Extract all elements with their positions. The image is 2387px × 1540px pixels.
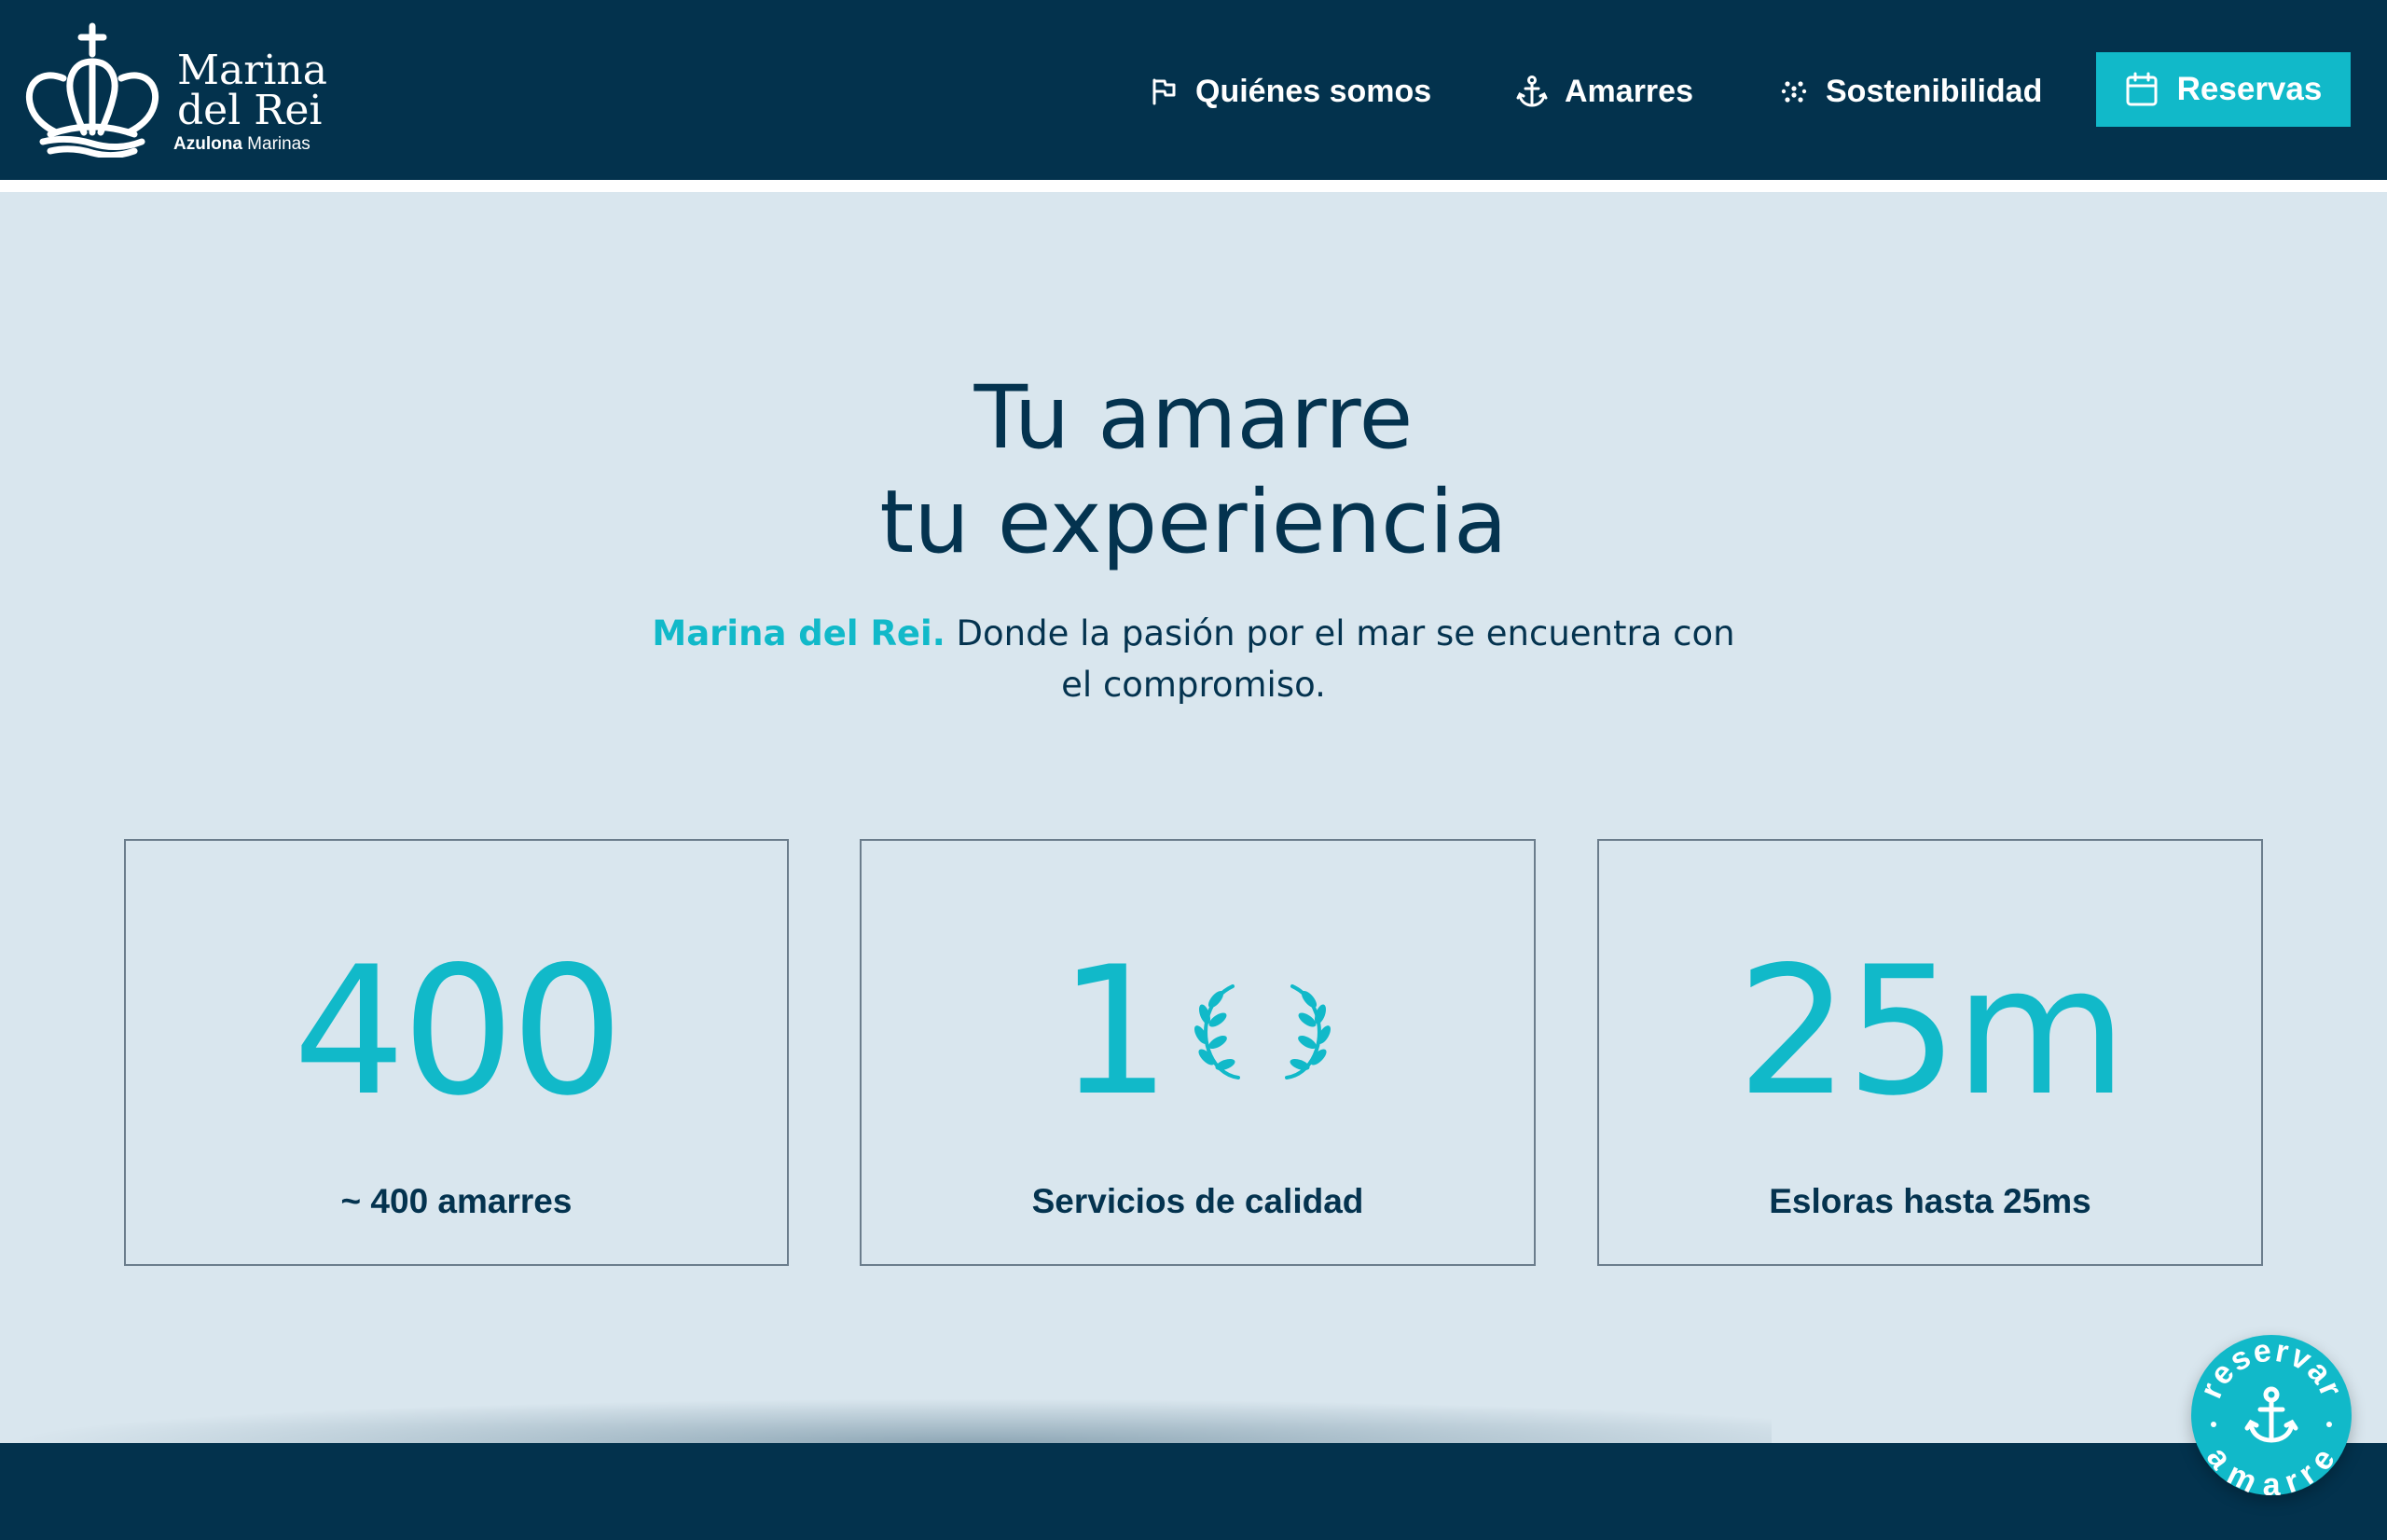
logo-subtitle-rest: Marinas <box>241 134 310 154</box>
reservar-amarre-badge[interactable]: reservar amarre <box>2191 1335 2352 1495</box>
badge-bottom-text: amarre <box>2200 1440 2343 1495</box>
crown-icon <box>25 22 159 158</box>
stat-card-servicios: 1 Servicios de calidad <box>860 839 1536 1266</box>
hero-title: Tu amarre tu experiencia <box>0 366 2387 575</box>
flag-icon <box>1152 78 1176 105</box>
reservas-button-label: Reservas <box>2176 71 2323 107</box>
logo-title-line2: del Rei <box>177 87 323 134</box>
nav-sostenibilidad-label: Sostenibilidad <box>1826 73 2043 109</box>
nav-amarres-label: Amarres <box>1565 73 1693 109</box>
header-divider <box>0 180 2387 192</box>
nav-amarres[interactable]: Amarres <box>1516 65 1693 117</box>
nav-quienes-somos[interactable]: Quiénes somos <box>1149 65 1431 117</box>
stat-card-esloras: 25m Esloras hasta 25ms <box>1597 839 2263 1266</box>
logo-subtitle: Azulona Marinas <box>173 135 310 154</box>
stat-card-amarres: 400 ~ 400 amarres <box>124 839 789 1266</box>
hero-subtitle: Marina del Rei. Donde la pasión por el m… <box>634 608 1753 710</box>
hero-title-line1: Tu amarre <box>973 367 1414 469</box>
sparkle-dots-icon <box>1781 81 1807 103</box>
site-header: Marina del Rei Azulona Marinas Quiénes s… <box>0 0 2387 180</box>
laurel-wreath-icon <box>1194 984 1331 1079</box>
logo-title-line1: Marina <box>177 47 327 94</box>
footer-band <box>0 1443 2387 1540</box>
calendar-icon <box>2126 72 2158 106</box>
anchor-icon <box>2244 1386 2298 1443</box>
logo-subtitle-bold: Azulona <box>173 134 242 154</box>
hero-subtitle-text: Donde la pasión por el mar se encuentra … <box>945 613 1735 705</box>
marina-del-rei-logo[interactable]: Marina del Rei Azulona Marinas <box>22 22 339 162</box>
nav-sostenibilidad[interactable]: Sostenibilidad <box>1779 65 2042 117</box>
nav-quienes-somos-label: Quiénes somos <box>1195 73 1432 109</box>
stat-value: 400 <box>293 928 624 1134</box>
anchor-icon <box>1516 76 1548 107</box>
stat-label: Servicios de calidad <box>1031 1182 1364 1220</box>
stat-value: 1 <box>1058 928 1171 1134</box>
stat-value: 25m <box>1736 928 2128 1134</box>
footer-shadow <box>0 1398 1772 1443</box>
badge-graphic: reservar amarre <box>2193 1335 2350 1495</box>
hero-title-line2: tu experiencia <box>879 472 1508 573</box>
stat-label: ~ 400 amarres <box>340 1182 573 1220</box>
stat-value-group: 1 <box>862 943 1534 1121</box>
hero-subtitle-brand: Marina del Rei. <box>652 613 945 653</box>
stat-label: Esloras hasta 25ms <box>1769 1182 2091 1220</box>
reservas-button[interactable]: Reservas <box>2096 52 2351 127</box>
badge-top-text: reservar <box>2193 1335 2350 1403</box>
